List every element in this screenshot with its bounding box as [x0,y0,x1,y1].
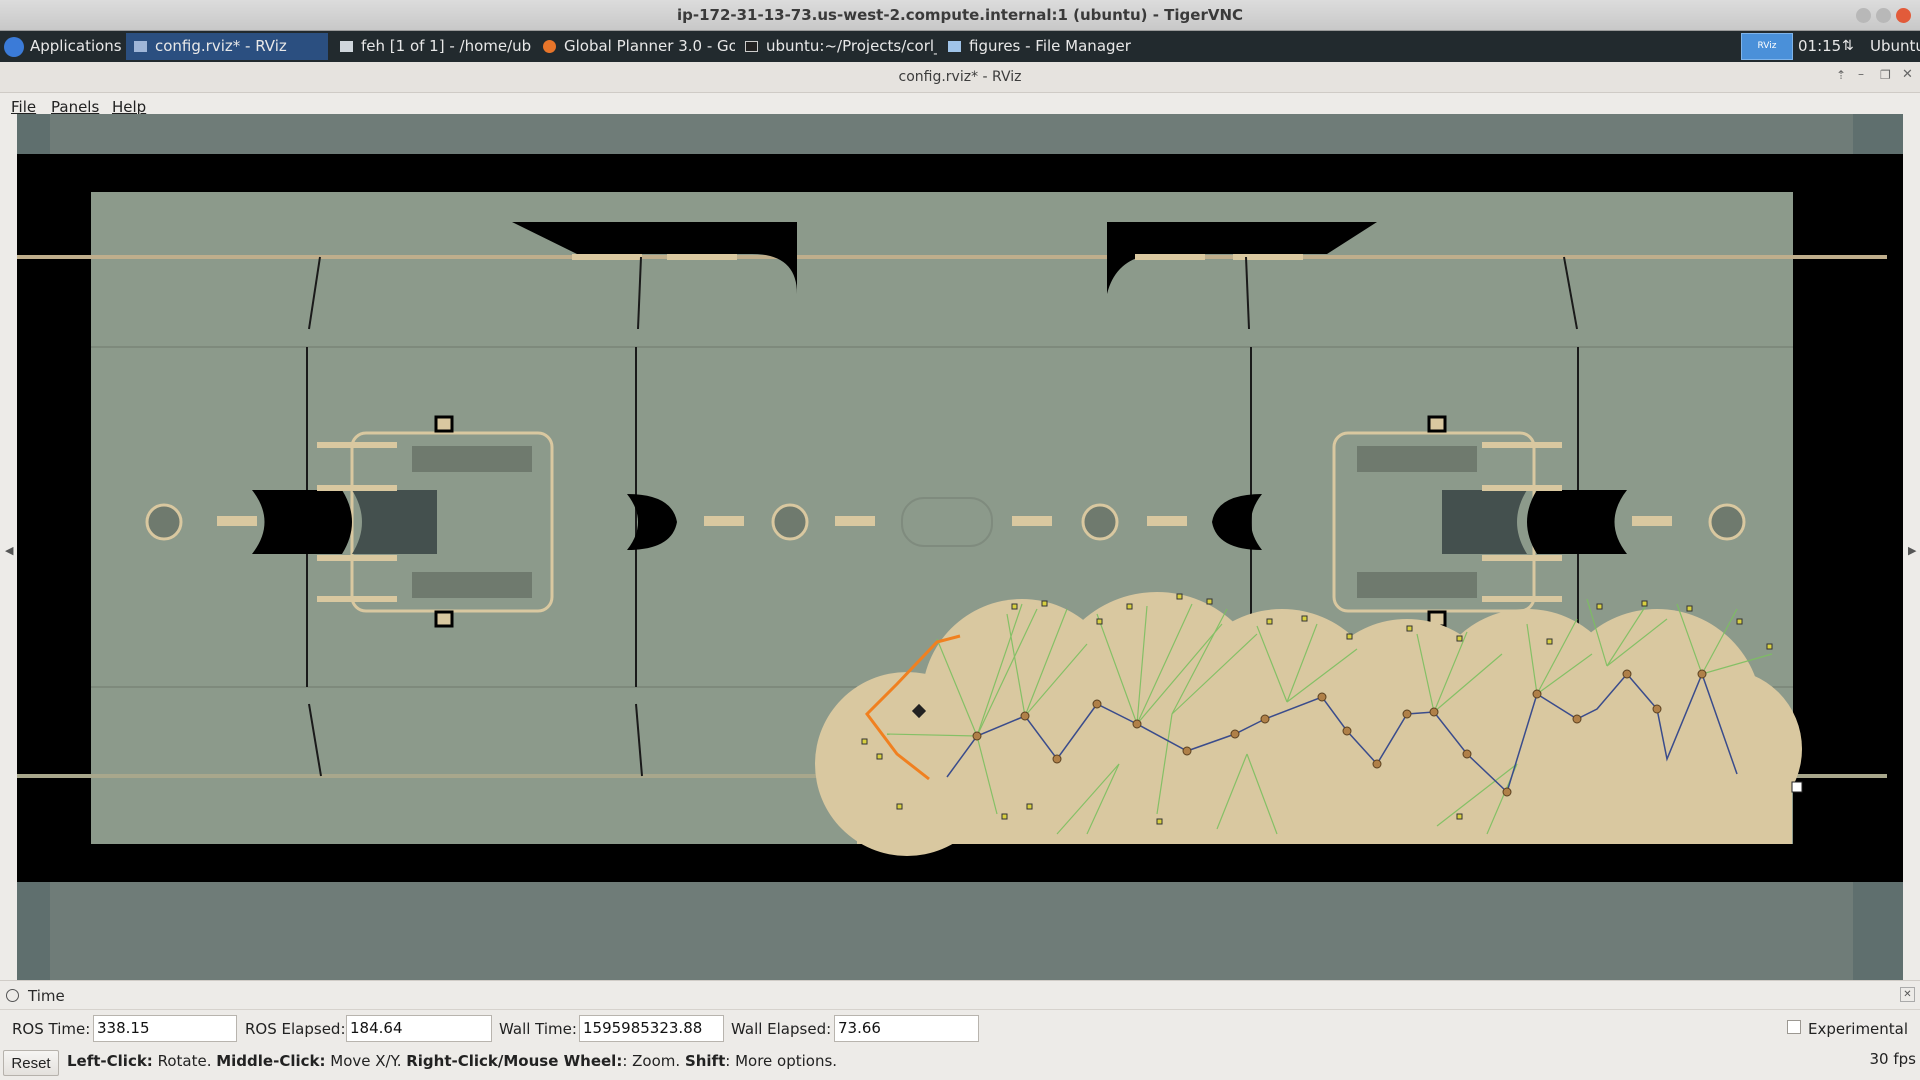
task-file-manager[interactable]: figures - File Manager [940,33,1140,60]
viewport-container: ◀ ▶ [0,114,1920,980]
map-scene [17,114,1903,980]
ros-elapsed-label: ROS Elapsed: [245,1020,346,1038]
task-feh[interactable]: feh [1 of 1] - /home/ubu... [332,33,532,60]
reset-button[interactable]: Reset [3,1050,59,1076]
clock-icon [6,989,19,1002]
explored-region [815,592,1802,856]
left-dock-arrow-icon[interactable]: ◀ [5,544,13,557]
hint-more: : More options. [725,1052,838,1070]
hint-middle-click: Middle-Click: [216,1052,326,1070]
folder-icon [948,41,961,52]
applications-label: Applications [30,37,122,55]
navigation-hint: Left-Click: Rotate. Middle-Click: Move X… [67,1052,837,1070]
wall-elapsed-label: Wall Elapsed: [731,1020,832,1038]
right-dock-arrow-icon[interactable]: ▶ [1908,544,1916,557]
goal-marker [1791,781,1803,793]
fps-indicator: 30 fps [1869,1050,1916,1068]
render-viewport[interactable] [17,114,1903,980]
map-strip-top [17,255,1887,259]
hint-right-click: Right-Click/Mouse Wheel: [406,1052,623,1070]
hint-move: Move X/Y. [325,1052,407,1070]
xfce-logo-icon [4,36,24,57]
panel-close-icon[interactable]: ✕ [1900,987,1915,1002]
hint-rotate: Rotate. [152,1052,217,1070]
image-viewer-icon [340,41,353,52]
hint-zoom: : Zoom. [622,1052,685,1070]
task-label: Global Planner 3.0 - Go... [564,37,735,55]
time-panel-title: Time [28,987,65,1005]
experimental-checkbox[interactable] [1787,1020,1801,1034]
time-panel-header: Time ✕ [0,980,1920,1010]
terminal-icon [745,41,758,52]
maximize-button[interactable] [1876,8,1891,23]
vnc-window-title: ip-172-31-13-73.us-west-2.compute.intern… [676,6,1244,24]
window-up-icon[interactable]: ⇡ [1836,68,1846,82]
ros-time-label: ROS Time: [12,1020,91,1038]
tray-label: RViz [1757,41,1777,51]
wall-time-field[interactable]: 1595985323.88 [579,1015,724,1042]
ros-time-field[interactable]: 338.15 [93,1015,237,1042]
rviz-titlebar: config.rviz* - RViz ⇡ – ❐ ✕ [0,62,1920,93]
ros-elapsed-field[interactable]: 184.64 [346,1015,492,1042]
rviz-icon [134,41,147,52]
hint-left-click: Left-Click: [67,1052,153,1070]
rviz-window-title: config.rviz* - RViz [898,69,1022,85]
task-label: config.rviz* - RViz [155,37,287,55]
experimental-label: Experimental [1808,1020,1909,1038]
close-button[interactable] [1896,8,1911,23]
applications-menu[interactable]: Applications [0,33,124,60]
network-icon[interactable]: ⇅ [1842,31,1854,62]
task-firefox[interactable]: Global Planner 3.0 - Go... [535,33,735,60]
user-menu[interactable]: Ubuntu [1870,31,1920,62]
window-restore-icon[interactable]: ❐ [1880,68,1891,82]
task-rviz[interactable]: config.rviz* - RViz [126,33,328,60]
clock[interactable]: 01:15 [1798,31,1841,62]
window-minimize-icon[interactable]: – [1858,67,1864,81]
window-close-icon[interactable]: ✕ [1902,67,1913,82]
wall-elapsed-field[interactable]: 73.66 [834,1015,979,1042]
task-label: feh [1 of 1] - /home/ubu... [361,37,532,55]
wall-time-label: Wall Time: [499,1020,577,1038]
task-terminal[interactable]: ubuntu:~/Projects/corl_... [737,33,937,60]
firefox-icon [543,40,556,53]
time-panel: Time ✕ ROS Time: 338.15 ROS Elapsed: 184… [0,980,1920,1080]
task-label: ubuntu:~/Projects/corl_... [766,37,937,55]
vnc-titlebar: ip-172-31-13-73.us-west-2.compute.intern… [0,0,1920,31]
taskbar: Applications config.rviz* - RViz feh [1 … [0,31,1920,62]
minimize-button[interactable] [1856,8,1871,23]
task-label: figures - File Manager [969,37,1131,55]
tray-rviz-indicator[interactable]: RViz [1741,33,1793,60]
hint-shift: Shift [684,1052,726,1070]
